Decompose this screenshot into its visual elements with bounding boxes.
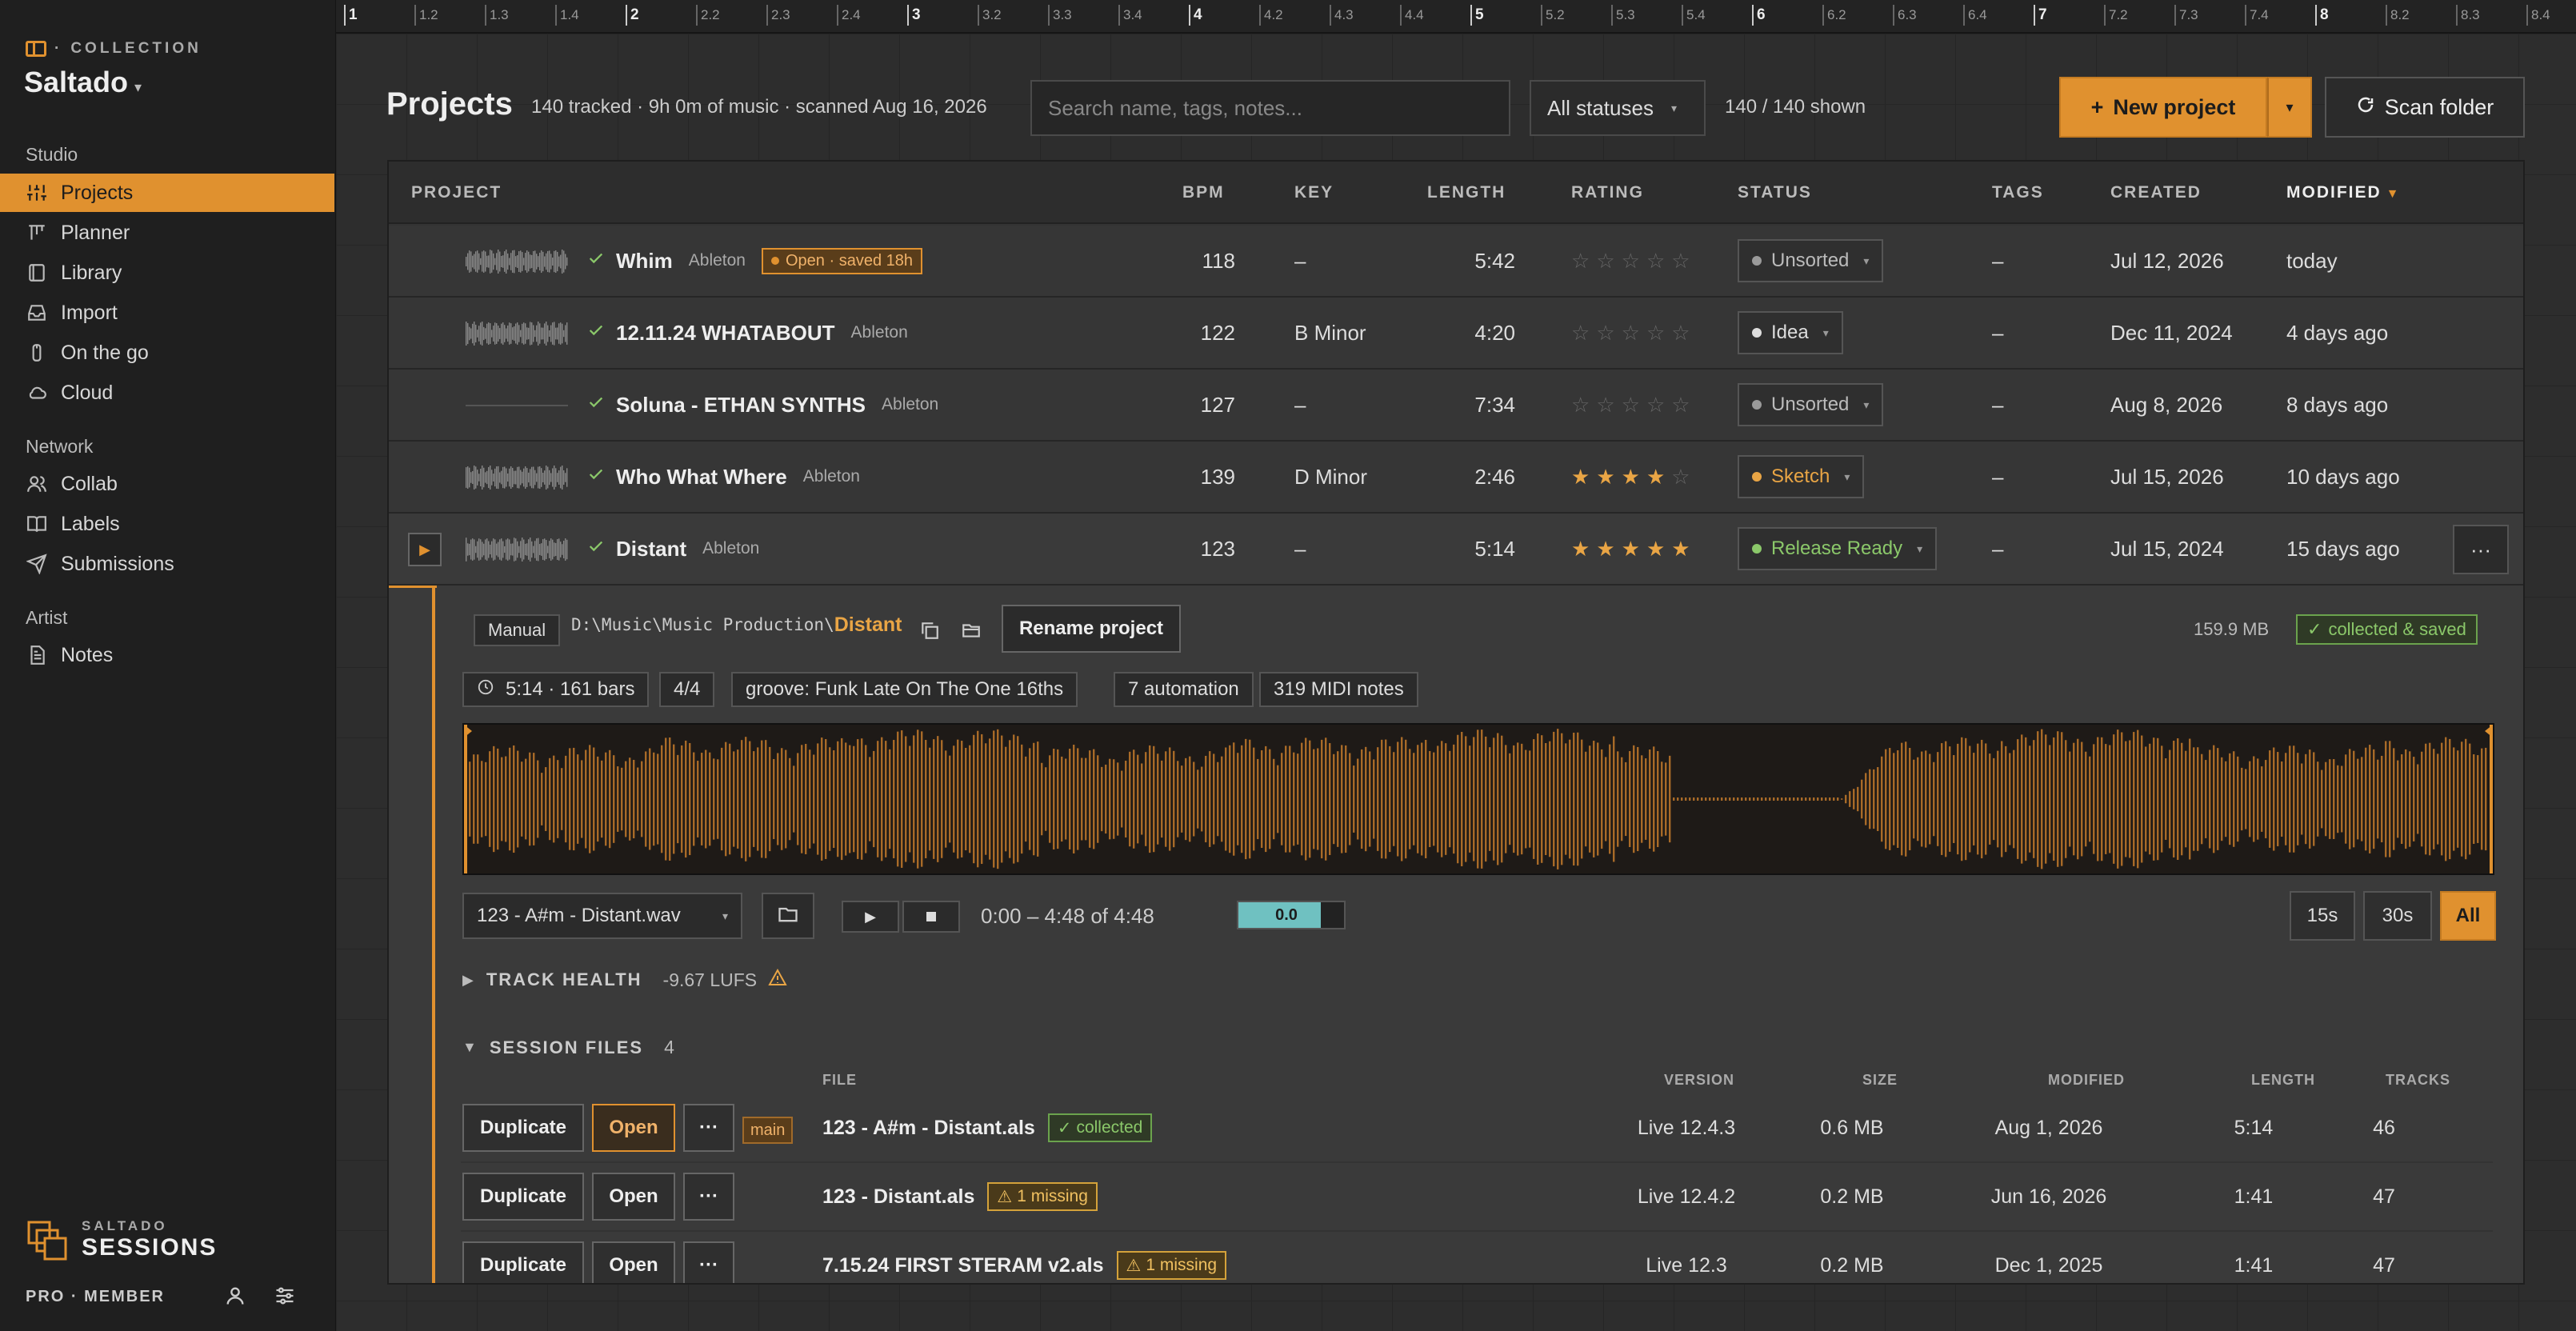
file-modified: Aug 1, 2026 <box>1994 1116 2103 1139</box>
file-modified: Dec 1, 2025 <box>1994 1253 2103 1277</box>
file-more-button[interactable]: ··· <box>683 1241 734 1283</box>
file-tracks: 47 <box>2373 1185 2395 1208</box>
open-file-button[interactable]: Open <box>592 1241 675 1283</box>
file-size: 0.6 MB <box>1820 1116 1884 1139</box>
file-status-badge: ✓ collected <box>1047 1113 1153 1142</box>
file-name-cell: 7.15.24 FIRST STERAM v2.als ⚠ 1 missing <box>822 1232 1227 1283</box>
file-length: 1:41 <box>2234 1185 2274 1208</box>
file-tracks: 47 <box>2373 1253 2395 1277</box>
file-name-cell: 123 - Distant.als ⚠ 1 missing <box>822 1163 1098 1230</box>
file-status-text: collected <box>1076 1118 1143 1137</box>
file-name[interactable]: 123 - A#m - Distant.als <box>822 1117 1035 1140</box>
warning-icon: ⚠ <box>997 1187 1013 1206</box>
file-size: 0.2 MB <box>1820 1185 1884 1208</box>
open-file-button[interactable]: Open <box>592 1104 675 1152</box>
file-version: Live 12.4.3 <box>1637 1116 1736 1139</box>
file-name-cell: 123 - A#m - Distant.als ✓ collected <box>822 1094 1153 1161</box>
check-icon: ✓ <box>1057 1118 1072 1137</box>
session-file-row[interactable]: Duplicate Open ··· main 123 - A#m - Dist… <box>461 1094 2493 1163</box>
file-length: 5:14 <box>2234 1116 2274 1139</box>
file-status-text: 1 missing <box>1146 1256 1218 1274</box>
warning-icon: ⚠ <box>1126 1256 1142 1275</box>
file-status-badge: ⚠ 1 missing <box>1116 1251 1227 1280</box>
user-icon[interactable] <box>224 1285 246 1311</box>
file-status-text: 1 missing <box>1017 1187 1088 1205</box>
file-size: 0.2 MB <box>1820 1253 1884 1277</box>
file-version: Live 12.4.2 <box>1637 1185 1736 1208</box>
file-name[interactable]: 123 - Distant.als <box>822 1185 974 1209</box>
open-file-button[interactable]: Open <box>592 1173 675 1221</box>
file-more-button[interactable]: ··· <box>683 1173 734 1221</box>
file-status-badge: ⚠ 1 missing <box>987 1182 1098 1211</box>
file-name[interactable]: 7.15.24 FIRST STERAM v2.als <box>822 1254 1104 1277</box>
main-tag: main <box>742 1117 794 1144</box>
file-length: 1:41 <box>2234 1253 2274 1277</box>
membership-label: PRO · MEMBER <box>26 1288 165 1305</box>
duplicate-button[interactable]: Duplicate <box>462 1104 584 1152</box>
session-file-row[interactable]: Duplicate Open ··· 7.15.24 FIRST STERAM … <box>461 1232 2493 1283</box>
file-version: Live 12.3 <box>1646 1253 1727 1277</box>
file-modified: Jun 16, 2026 <box>1990 1185 2107 1208</box>
file-tracks: 46 <box>2373 1116 2395 1139</box>
duplicate-button[interactable]: Duplicate <box>462 1241 584 1283</box>
session-file-row[interactable]: Duplicate Open ··· 123 - Distant.als ⚠ 1… <box>461 1163 2493 1232</box>
file-more-button[interactable]: ··· <box>683 1104 734 1152</box>
duplicate-button[interactable]: Duplicate <box>462 1173 584 1221</box>
settings-sliders-icon[interactable] <box>274 1285 296 1311</box>
